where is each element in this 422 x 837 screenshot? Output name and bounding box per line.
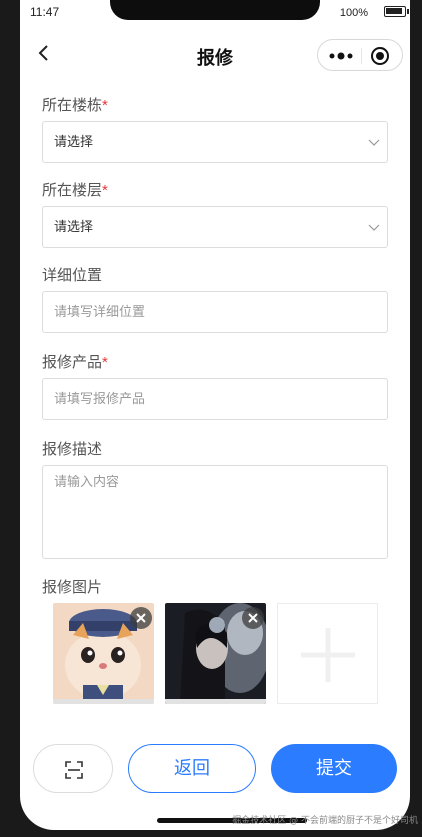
product-label: 报修产品* xyxy=(42,351,108,372)
floor-label: 所在楼层* xyxy=(42,179,108,200)
description-label: 报修描述 xyxy=(42,441,103,458)
required-mark: * xyxy=(102,182,108,199)
location-input[interactable]: 请填写详细位置 xyxy=(42,291,388,333)
scan-icon xyxy=(65,761,83,779)
image-bottom-bar xyxy=(165,699,266,704)
building-select-value: 请选择 xyxy=(54,134,94,149)
status-time: 11:47 xyxy=(30,5,60,19)
target-icon[interactable] xyxy=(370,46,390,66)
remove-image-button[interactable] xyxy=(242,607,264,629)
remove-image-button[interactable] xyxy=(130,607,152,629)
floor-label-text: 所在楼层 xyxy=(42,182,103,199)
floor-select-value: 请选择 xyxy=(54,219,94,234)
product-label-text: 报修产品 xyxy=(42,354,103,371)
building-label-text: 所在楼栋 xyxy=(42,97,103,114)
required-mark: * xyxy=(102,354,108,371)
camera-notch xyxy=(110,0,320,20)
images-label: 报修图片 xyxy=(42,579,103,596)
chevron-down-icon xyxy=(368,224,380,231)
back-button[interactable]: 返回 xyxy=(128,744,256,793)
product-input[interactable]: 请填写报修产品 xyxy=(42,378,388,420)
submit-button[interactable]: 提交 xyxy=(271,744,397,793)
floor-select[interactable]: 请选择 xyxy=(42,206,388,248)
location-label: 详细位置 xyxy=(42,267,103,284)
building-label: 所在楼栋* xyxy=(42,94,108,115)
battery-icon xyxy=(384,6,409,17)
scan-button[interactable] xyxy=(33,744,113,793)
required-mark: * xyxy=(102,97,108,114)
chevron-down-icon xyxy=(368,139,380,146)
mini-program-capsule xyxy=(317,39,403,71)
close-icon xyxy=(136,613,146,623)
capsule-divider xyxy=(361,48,362,64)
watermark: 掘金技术社区 @ 不会前端的厨子不是个好司机 xyxy=(232,816,418,826)
building-select[interactable]: 请选择 xyxy=(42,121,388,163)
image-bottom-bar xyxy=(53,699,154,704)
description-textarea[interactable]: 请输入内容 xyxy=(42,465,388,559)
phone-screen: 11:47 100% 报修 所在楼栋* 请选择 所在楼层* 请选择 详细位置 请… xyxy=(20,0,410,830)
more-icon[interactable] xyxy=(328,48,354,64)
uploaded-image-portrait[interactable] xyxy=(165,603,266,704)
uploaded-image-cat[interactable] xyxy=(53,603,154,704)
add-image-button[interactable] xyxy=(277,603,378,704)
plus-icon xyxy=(301,628,355,682)
close-icon xyxy=(248,613,258,623)
battery-percent: 100% xyxy=(339,7,368,19)
